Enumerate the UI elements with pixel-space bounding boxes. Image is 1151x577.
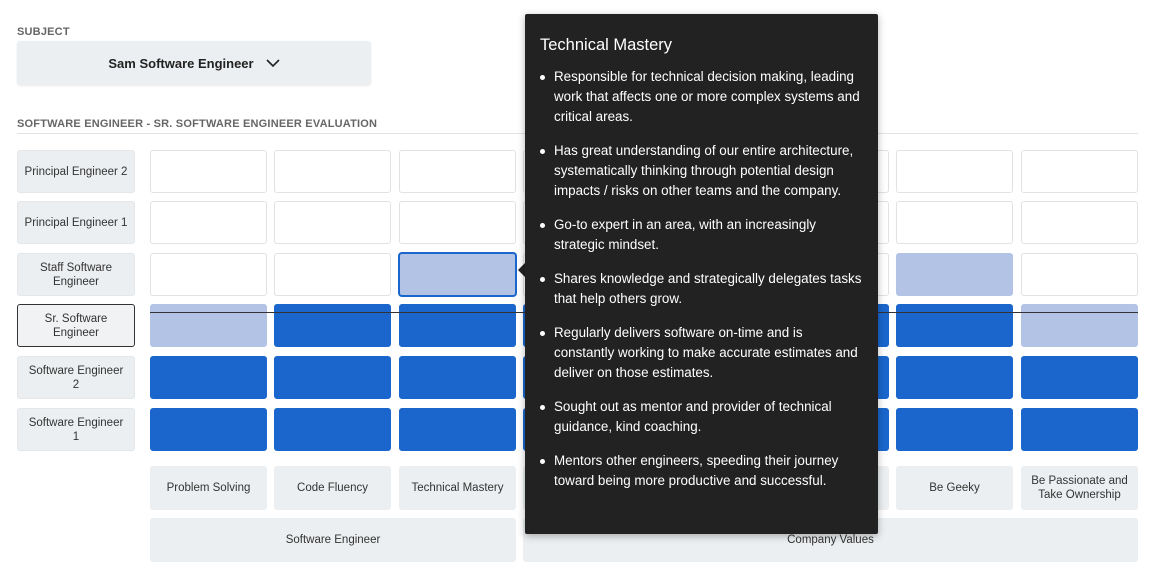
subject-value: Sam Software Engineer — [108, 55, 254, 71]
grid-cell[interactable] — [274, 201, 391, 244]
grid-cell[interactable] — [896, 356, 1013, 399]
chevron-down-icon — [266, 58, 280, 67]
tooltip-item: Mentors other engineers, speeding their … — [540, 451, 862, 491]
grid-cell[interactable] — [399, 150, 516, 193]
grid-cell[interactable] — [274, 150, 391, 193]
grid-cell[interactable] — [150, 304, 267, 347]
evaluation-title: SOFTWARE ENGINEER - SR. SOFTWARE ENGINEE… — [17, 118, 378, 130]
column-label[interactable]: Code Fluency — [274, 466, 391, 510]
group-label: Software Engineer — [150, 518, 516, 562]
grid-cell[interactable] — [399, 408, 516, 451]
grid-cell[interactable] — [1021, 408, 1138, 451]
level-label[interactable]: Staff Software Engineer — [17, 253, 135, 296]
grid-cell[interactable] — [150, 253, 267, 296]
grid-cell[interactable] — [1021, 201, 1138, 244]
grid-cell[interactable] — [1021, 304, 1138, 347]
level-label[interactable]: Sr. Software Engineer — [17, 304, 135, 347]
grid-cell[interactable] — [399, 253, 516, 296]
tooltip-list: Responsible for technical decision makin… — [540, 67, 862, 491]
tooltip: Technical Mastery Responsible for techni… — [525, 14, 878, 534]
grid-cell[interactable] — [399, 356, 516, 399]
tooltip-item: Regularly delivers software on-time and … — [540, 323, 862, 383]
tooltip-item: Shares knowledge and strategically deleg… — [540, 269, 862, 309]
grid-cell[interactable] — [274, 304, 391, 347]
tooltip-title: Technical Mastery — [540, 36, 673, 54]
grid-cell[interactable] — [274, 408, 391, 451]
subject-dropdown[interactable]: Sam Software Engineer — [17, 41, 371, 85]
level-label[interactable]: Software Engineer 1 — [17, 408, 135, 451]
column-label[interactable]: Problem Solving — [150, 466, 267, 510]
tooltip-arrow — [518, 263, 525, 277]
grid-cell[interactable] — [274, 253, 391, 296]
tooltip-item: Has great understanding of our entire ar… — [540, 141, 862, 201]
grid-cell[interactable] — [1021, 150, 1138, 193]
grid-cell[interactable] — [896, 150, 1013, 193]
tooltip-item: Go-to expert in an area, with an increas… — [540, 215, 862, 255]
grid-cell[interactable] — [274, 356, 391, 399]
tooltip-item: Sought out as mentor and provider of tec… — [540, 397, 862, 437]
column-label[interactable]: Be Geeky — [896, 466, 1013, 510]
column-label[interactable]: Be Passionate and Take Ownership — [1021, 466, 1138, 510]
grid-cell[interactable] — [896, 408, 1013, 451]
subject-label: SUBJECT — [17, 26, 70, 38]
grid-cell[interactable] — [1021, 253, 1138, 296]
grid-cell[interactable] — [1021, 356, 1138, 399]
tooltip-item: Responsible for technical decision makin… — [540, 67, 862, 127]
grid-cell[interactable] — [150, 408, 267, 451]
grid-cell[interactable] — [399, 304, 516, 347]
grid-cell[interactable] — [896, 253, 1013, 296]
grid-cell[interactable] — [150, 201, 267, 244]
grid-cell[interactable] — [896, 304, 1013, 347]
grid-cell[interactable] — [150, 150, 267, 193]
column-label[interactable]: Technical Mastery — [399, 466, 516, 510]
grid-cell[interactable] — [399, 201, 516, 244]
grid-cell[interactable] — [150, 356, 267, 399]
level-label[interactable]: Principal Engineer 2 — [17, 150, 135, 193]
level-label[interactable]: Principal Engineer 1 — [17, 201, 135, 244]
level-label[interactable]: Software Engineer 2 — [17, 356, 135, 399]
grid-cell[interactable] — [896, 201, 1013, 244]
